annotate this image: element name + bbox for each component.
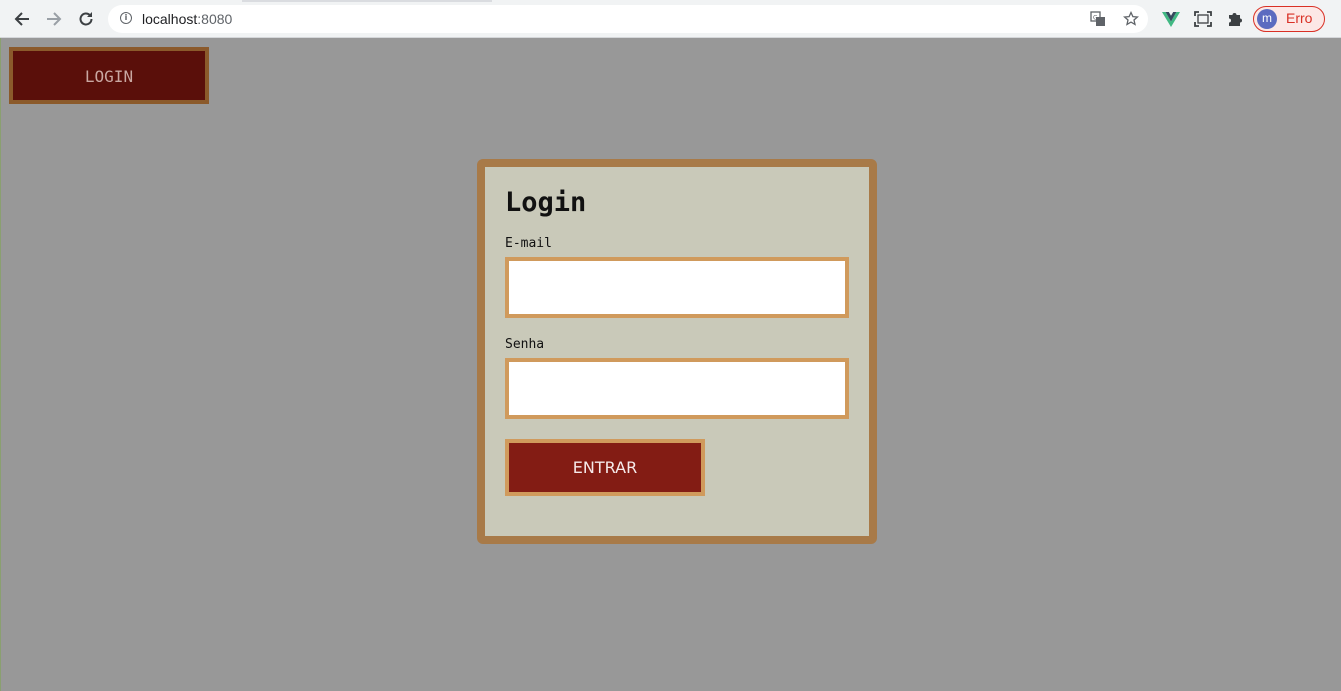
submit-button[interactable]: ENTRAR bbox=[505, 439, 705, 496]
profile-button[interactable]: m Erro bbox=[1253, 6, 1325, 32]
svg-text:G: G bbox=[1093, 15, 1098, 22]
translate-icon[interactable]: G bbox=[1089, 10, 1107, 28]
site-info-icon[interactable]: i bbox=[120, 12, 132, 24]
tab-strip-edge bbox=[242, 0, 492, 2]
email-field[interactable] bbox=[505, 257, 849, 318]
page-viewport: LOGIN Login E-mail Senha ENTRAR bbox=[0, 38, 1341, 691]
password-label: Senha bbox=[505, 337, 545, 352]
profile-avatar: m bbox=[1257, 9, 1277, 29]
login-card: Login E-mail Senha ENTRAR bbox=[477, 159, 877, 544]
login-title: Login bbox=[505, 187, 587, 218]
extensions-puzzle-icon[interactable] bbox=[1224, 8, 1246, 30]
nav-login-button[interactable]: LOGIN bbox=[9, 47, 209, 104]
url-host: localhost bbox=[142, 11, 198, 27]
bookmark-star-icon[interactable] bbox=[1122, 10, 1140, 28]
url-text: localhost:8080 bbox=[142, 11, 232, 27]
forward-arrow-icon[interactable] bbox=[42, 7, 66, 31]
address-bar[interactable]: i localhost:8080 G bbox=[108, 5, 1148, 33]
vue-devtools-icon[interactable] bbox=[1160, 8, 1182, 30]
profile-status-label: Erro bbox=[1286, 10, 1313, 26]
browser-toolbar: i localhost:8080 G m Erro bbox=[0, 0, 1341, 38]
reload-icon[interactable] bbox=[74, 7, 98, 31]
url-port: :8080 bbox=[197, 11, 233, 27]
back-arrow-icon[interactable] bbox=[10, 7, 34, 31]
email-label: E-mail bbox=[505, 236, 552, 251]
password-field[interactable] bbox=[505, 358, 849, 419]
screen-capture-icon[interactable] bbox=[1192, 8, 1214, 30]
